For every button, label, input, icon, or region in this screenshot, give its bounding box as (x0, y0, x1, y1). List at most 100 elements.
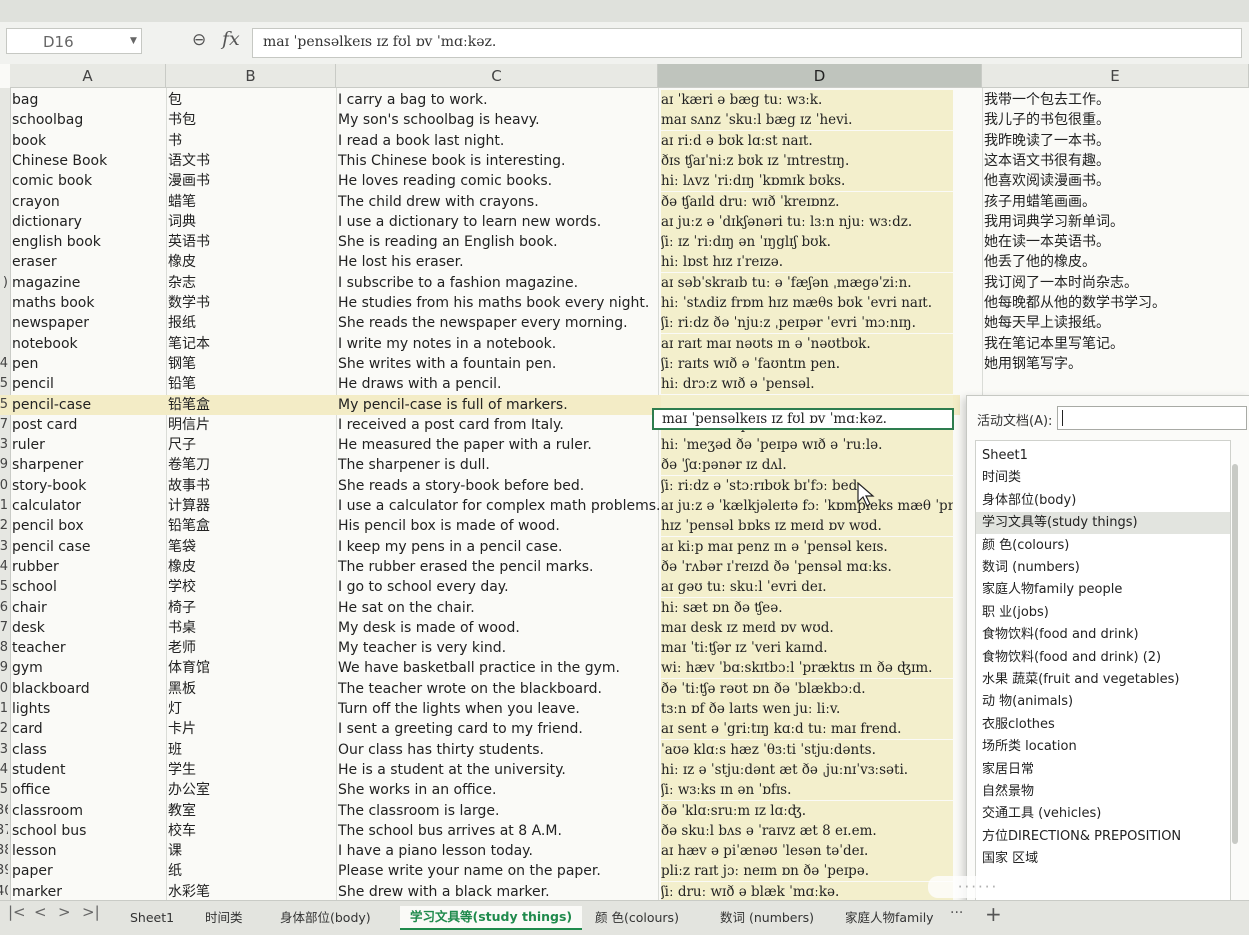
cell-sentence[interactable]: I go to school every day. (338, 577, 656, 597)
cell-word[interactable]: card (12, 719, 164, 739)
popup-sheet-item[interactable]: 食物饮料(food and drink) (2) (982, 647, 1226, 669)
cell-phonetic[interactable]: hiː lɒst hɪz ɪˈreɪzə. (661, 252, 953, 273)
cell-phonetic[interactable]: aɪ ˈkæri ə bæg tuː wɜːk. (661, 90, 953, 110)
cell-sentence[interactable]: She writes with a fountain pen. (338, 354, 656, 374)
cell-word[interactable]: bag (12, 90, 164, 110)
cell-word[interactable]: english book (12, 232, 164, 252)
table-row[interactable]: 36classroom教室The classroom is large.ðə ˈ… (0, 800, 960, 821)
cell-word[interactable]: magazine (12, 273, 164, 293)
row-number[interactable]: 4 (0, 354, 8, 374)
table-row[interactable]: 5 school 学校 I go to school every day. aɪ gəʊ… (0, 577, 960, 598)
table-row[interactable]: 39paper纸Please write your name on the pa… (0, 861, 960, 882)
cell-phonetic[interactable]: hɪz ˈpensəl bɒks ɪz meɪd ɒv wʊd. (661, 516, 953, 537)
popup-sheet-item[interactable]: 国家 区域 (982, 848, 1226, 870)
more-tabs-button[interactable]: ··· (950, 905, 963, 921)
row-number[interactable]: 0 (0, 679, 8, 699)
cell-translation[interactable]: 她每天早上读报纸。 (984, 313, 1244, 333)
cell-sentence[interactable]: She works in an office. (338, 780, 656, 800)
cell-chinese[interactable]: 体育馆 (168, 658, 334, 678)
cell-phonetic[interactable]: ʃiː ɪz ˈriːdɪŋ ən ˈɪŋglɪʃ bʊk. (661, 232, 953, 253)
cell-sentence[interactable]: This Chinese book is interesting. (338, 151, 656, 171)
cell-chinese[interactable]: 英语书 (168, 232, 334, 252)
row-number[interactable]: 3 (0, 537, 8, 557)
cell-phonetic[interactable]: hiː ˈmeʒəd ðə ˈpeɪpə wɪð ə ˈruːlə. (661, 435, 953, 456)
cell-phonetic[interactable]: hiː ɪz ə ˈstjuːdənt æt ðə ˌjuːnɪˈvɜːsəti… (661, 759, 953, 780)
cell-chinese[interactable]: 灯 (168, 699, 334, 719)
sheet-tab[interactable]: 家庭人物family (845, 907, 934, 929)
cell-phonetic[interactable]: aɪ səbˈskraɪb tuː ə ˈfæʃən ˌmægəˈziːn. (661, 272, 953, 293)
cell-word[interactable]: chair (12, 598, 164, 618)
cell-chinese[interactable]: 学校 (168, 577, 334, 597)
cell-word[interactable]: lights (12, 699, 164, 719)
table-row[interactable]: bag 包 I carry a bag to work. aɪ ˈkæri ə bæg… (0, 90, 1110, 110)
cell-word[interactable]: marker (12, 882, 164, 900)
cell-phonetic[interactable]: aɪ gəʊ tuː skuːl ˈevri deɪ. (661, 577, 953, 598)
row-number[interactable]: 6 (0, 598, 8, 618)
cell-phonetic[interactable]: aɪ kiːp maɪ penz ɪn ə ˈpensəl keɪs. (661, 536, 953, 557)
table-row[interactable]: 40marker水彩笔She drew with a black marker.… (0, 881, 960, 900)
cell-chinese[interactable]: 铅笔盒 (168, 395, 334, 415)
row-number[interactable]: 38 (0, 841, 8, 861)
cell-sentence[interactable]: The child drew with crayons. (338, 192, 656, 212)
cell-phonetic[interactable]: wiː hæv ˈbɑːskɪtbɔːl ˈpræktɪs ɪn ðə ʤɪm. (661, 658, 953, 679)
cell-translation[interactable]: 她用钢笔写字。 (984, 354, 1244, 374)
cell-sentence[interactable]: I have a piano lesson today. (338, 841, 656, 861)
popup-sheet-item[interactable]: 时间类 (982, 467, 1226, 489)
prev-sheet-button[interactable]: < (34, 903, 47, 921)
zoom-icon[interactable]: ⊖ (192, 30, 206, 50)
last-sheet-button[interactable]: >| (82, 903, 100, 921)
row-number[interactable]: 5 (0, 374, 8, 394)
cell-chinese[interactable]: 卷笔刀 (168, 455, 334, 475)
cell-phonetic[interactable]: aɪ riːd ə bʊk lɑːst naɪt. (661, 130, 953, 151)
cell-phonetic[interactable]: hiː lʌvz ˈriːdɪŋ ˈkɒmɪk bʊks. (661, 171, 953, 192)
cell-translation[interactable]: 我用词典学习新单词。 (984, 212, 1244, 232)
cell-phonetic[interactable]: ðɪs ʧaɪˈniːz bʊk ɪz ˈɪntrestɪŋ. (661, 150, 953, 171)
cell-sentence[interactable]: He sat on the chair. (338, 598, 656, 618)
table-row[interactable]: 4 student 学生 He is a student at the univers… (0, 759, 960, 780)
cell-translation[interactable]: 他喜欢阅读漫画书。 (984, 171, 1244, 191)
cell-sentence[interactable]: She is reading an English book. (338, 232, 656, 252)
cell-word[interactable]: school (12, 577, 164, 597)
row-number[interactable]: 36 (0, 801, 8, 821)
cell-word[interactable]: post card (12, 415, 164, 435)
cell-phonetic[interactable]: tɜːn ɒf ðə laɪts wen juː liːv. (661, 699, 953, 719)
next-sheet-button[interactable]: > (58, 903, 71, 921)
sheet-tab[interactable]: Sheet1 (130, 907, 174, 929)
cell-phonetic[interactable]: ʃiː raɪts wɪð ə ˈfaʊntɪn pen. (661, 353, 953, 374)
cell-word[interactable]: calculator (12, 496, 164, 516)
popup-sheet-item[interactable]: 食物饮料(food and drink) (982, 624, 1226, 646)
row-number[interactable]: 7 (0, 618, 8, 638)
cell-phonetic[interactable]: hiː sæt ɒn ðə ʧeə. (661, 597, 953, 618)
cell-sentence[interactable]: My pencil-case is full of markers. (338, 395, 656, 415)
table-row[interactable]: maths book 数学书 He studies from his maths b… (0, 293, 1166, 313)
cell-sentence[interactable]: She reads a story-book before bed. (338, 476, 656, 496)
sheet-tab[interactable]: 身体部位(body) (280, 907, 371, 929)
row-number[interactable]: 3 (0, 435, 8, 455)
cell-sentence[interactable]: He loves reading comic books. (338, 171, 656, 191)
cell-sentence[interactable]: The school bus arrives at 8 A.M. (338, 821, 656, 841)
cell-sentence[interactable]: My teacher is very kind. (338, 638, 656, 658)
table-row[interactable]: 0 story-book 故事书 She reads a story-book bef… (0, 475, 960, 496)
cell-sentence[interactable]: The classroom is large. (338, 801, 656, 821)
cell-chinese[interactable]: 蜡笔 (168, 192, 334, 212)
cell-chinese[interactable]: 明信片 (168, 415, 334, 435)
popup-sheet-item[interactable]: 职 业(jobs) (982, 602, 1226, 624)
cell-sentence[interactable]: I write my notes in a notebook. (338, 334, 656, 354)
cell-sentence[interactable]: The sharpener is dull. (338, 455, 656, 475)
cell-sentence[interactable]: He lost his eraser. (338, 252, 656, 272)
popup-scrollbar-thumb[interactable] (1232, 464, 1238, 844)
cell-phonetic[interactable]: ʃiː wɜːks ɪn ən ˈɒfɪs. (661, 780, 953, 801)
table-row[interactable]: dictionary 词典 I use a dictionary to learn … (0, 211, 1124, 232)
cell-phonetic[interactable]: ðə ˈrʌbər ɪˈreɪzd ðə ˈpensəl mɑːks. (661, 556, 953, 577)
table-row[interactable]: 5 pencil 铅笔 He draws with a pencil. hiː drɔː… (0, 374, 960, 395)
row-number[interactable]: 9 (0, 658, 8, 678)
cell-word[interactable]: class (12, 740, 164, 760)
popup-sheet-list[interactable]: Sheet1 时间类 身体部位(body) 学习文具等(study things) 颜 … (975, 440, 1231, 922)
table-row[interactable]: 9 gym 体育馆 We have basketball practice in th… (0, 658, 960, 679)
table-row[interactable]: 9 sharpener 卷笔刀 The sharpener is dull. ðə ˈʃ… (0, 455, 960, 476)
cell-phonetic[interactable]: aɪ raɪt maɪ nəʊts ɪn ə ˈnəʊtbʊk. (661, 333, 953, 354)
cell-translation[interactable] (984, 374, 1244, 394)
row-number[interactable]: 39 (0, 861, 8, 881)
cell-word[interactable]: Chinese Book (12, 151, 164, 171)
popup-sheet-item[interactable]: 水果 蔬菜(fruit and vegetables) (982, 669, 1226, 691)
